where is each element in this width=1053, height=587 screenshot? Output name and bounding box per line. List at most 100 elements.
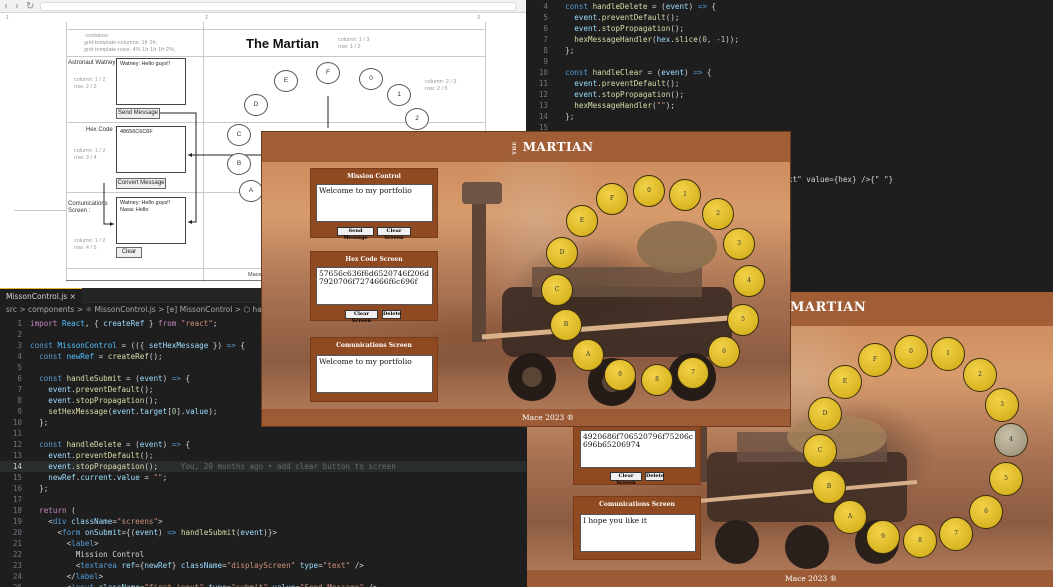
- code-line[interactable]: 24 </label>: [0, 571, 526, 582]
- wheel-circle: 2: [405, 108, 429, 130]
- code-line[interactable]: 13 event.preventDefault();: [0, 450, 526, 461]
- app-logo: MARTIAN: [790, 300, 867, 315]
- communications-panel: Comunications Screen Welcome to my portf…: [310, 337, 438, 402]
- code-line[interactable]: 23 <textarea ref={newRef} className="dis…: [0, 560, 526, 571]
- hex-disc-c[interactable]: C: [541, 274, 573, 306]
- hex-disc-4[interactable]: 4: [994, 423, 1028, 457]
- hex-disc-4[interactable]: 4: [733, 265, 765, 297]
- close-icon[interactable]: ×: [70, 292, 76, 301]
- clear-screen-button[interactable]: Clear Screen: [377, 227, 411, 241]
- code-line[interactable]: 20 <form onSubmit={(event) => handleSubm…: [0, 527, 526, 538]
- hex-disc-f[interactable]: F: [858, 343, 892, 377]
- code-line[interactable]: 4 const handleDelete = (event) => {: [526, 1, 1053, 12]
- line-number: 12: [538, 90, 548, 99]
- code-line[interactable]: 16 };: [0, 483, 526, 494]
- line-number: 17: [12, 495, 22, 504]
- wireframe-footer: Mace: [248, 272, 262, 278]
- code-line[interactable]: 5 event.preventDefault();: [526, 12, 1053, 23]
- code-line[interactable]: 13 hexMessageHandler("");: [526, 100, 1053, 111]
- line-number: 5: [543, 13, 548, 22]
- hex-code-screen[interactable]: 4920686f706520796f75206c696b65206974: [580, 430, 696, 468]
- wheel-circle: 1: [387, 84, 411, 106]
- hex-disc-1[interactable]: 1: [931, 337, 965, 371]
- code-line[interactable]: 17: [0, 494, 526, 505]
- hex-disc-e[interactable]: E: [828, 365, 862, 399]
- hex-disc-2[interactable]: 2: [702, 198, 734, 230]
- hex-disc-5[interactable]: 5: [989, 462, 1023, 496]
- line-number: 7: [17, 385, 22, 394]
- hex-disc-6[interactable]: 6: [708, 336, 740, 368]
- communications-title: Comunications Screen: [336, 342, 412, 349]
- line-number: 3: [17, 341, 22, 350]
- code-line[interactable]: 7 hexMessageHandler(hex.slice(0, -1));: [526, 34, 1053, 45]
- line-number: 22: [12, 550, 22, 559]
- wheel-circle: 0: [359, 68, 383, 90]
- code-line[interactable]: 19 <div className="screens">: [0, 516, 526, 527]
- hex-disc-b[interactable]: B: [812, 470, 846, 504]
- hex-disc-1[interactable]: 1: [669, 179, 701, 211]
- wheel-circle: D: [244, 94, 268, 116]
- clear-screen-button[interactable]: Clear Screen: [345, 310, 378, 324]
- hex-disc-f[interactable]: F: [596, 183, 628, 215]
- wheel-circle: B: [227, 153, 251, 175]
- code-line[interactable]: 8 };: [526, 45, 1053, 56]
- communications-screen[interactable]: Welcome to my portfolio: [316, 355, 433, 393]
- code-line[interactable]: 14 event.stopPropagation(); You, 20 mont…: [0, 461, 526, 472]
- hex-disc-8[interactable]: 8: [641, 364, 673, 396]
- line-number: 6: [17, 374, 22, 383]
- communications-panel: Comunications Screen I hope you like it: [573, 496, 701, 560]
- line-number: 8: [543, 46, 548, 55]
- code-line[interactable]: 22 Mission Control: [0, 549, 526, 560]
- hex-disc-0[interactable]: 0: [894, 335, 928, 369]
- delete-button[interactable]: Delete: [382, 310, 401, 319]
- code-line[interactable]: 9: [526, 56, 1053, 67]
- app-footer: Mace 2023 ®: [785, 574, 838, 583]
- hex-code-panel: Hex Code Screen 57656c636f6d6520746f206d…: [310, 251, 438, 324]
- hex-disc-b[interactable]: B: [550, 309, 582, 341]
- hex-disc-6[interactable]: 6: [969, 495, 1003, 529]
- communications-title: Comunications Screen: [599, 501, 675, 508]
- wheel-circle: A: [239, 180, 263, 202]
- hex-disc-9[interactable]: 9: [866, 520, 900, 554]
- code-line[interactable]: 12 const handleDelete = (event) => {: [0, 439, 526, 450]
- code-line[interactable]: 18 return (: [0, 505, 526, 516]
- mission-control-screen[interactable]: Welcome to my portfolio: [316, 184, 433, 222]
- hex-disc-0[interactable]: 0: [633, 175, 665, 207]
- hex-disc-d[interactable]: D: [808, 397, 842, 431]
- hex-disc-7[interactable]: 7: [677, 357, 709, 389]
- hex-disc-3[interactable]: 3: [985, 388, 1019, 422]
- line-number: 23: [12, 561, 22, 570]
- hex-disc-5[interactable]: 5: [727, 304, 759, 336]
- delete-button[interactable]: Delete: [645, 472, 664, 481]
- hex-disc-d[interactable]: D: [546, 237, 578, 269]
- hex-code-panel: 4920686f706520796f75206c696b65206974 Cle…: [573, 424, 701, 486]
- code-line[interactable]: 15 newRef.current.value = "";: [0, 472, 526, 483]
- hex-disc-9[interactable]: 9: [604, 359, 636, 391]
- hex-disc-c[interactable]: C: [803, 434, 837, 468]
- hex-disc-a[interactable]: A: [833, 500, 867, 534]
- code-line[interactable]: 25 <input className="first_input" type="…: [0, 582, 526, 587]
- hex-disc-8[interactable]: 8: [903, 524, 937, 558]
- line-number: 19: [12, 517, 22, 526]
- code-line[interactable]: 21 <label>: [0, 538, 526, 549]
- line-number: 12: [12, 440, 22, 449]
- tab-misson-control[interactable]: MissonControl.js ×: [0, 288, 82, 303]
- send-message-button[interactable]: Send Message: [337, 227, 374, 241]
- code-line[interactable]: 10 const handleClear = (event) => {: [526, 67, 1053, 78]
- hex-disc-3[interactable]: 3: [723, 228, 755, 260]
- code-line[interactable]: 6 event.stopPropagation();: [526, 23, 1053, 34]
- code-line[interactable]: 14 };: [526, 111, 1053, 122]
- hex-disc-7[interactable]: 7: [939, 517, 973, 551]
- code-line[interactable]: 11: [0, 428, 526, 439]
- hex-disc-2[interactable]: 2: [963, 358, 997, 392]
- line-number: 15: [12, 473, 22, 482]
- hex-disc-a[interactable]: A: [572, 339, 604, 371]
- hex-disc-e[interactable]: E: [566, 205, 598, 237]
- code-line[interactable]: 12 event.stopPropagation();: [526, 89, 1053, 100]
- clear-screen-button[interactable]: Clear Screen: [610, 472, 642, 486]
- communications-screen[interactable]: I hope you like it: [580, 514, 696, 552]
- line-number: 6: [543, 24, 548, 33]
- hex-code-screen[interactable]: 57656c636f6d6520746f206d7920706f7274666f…: [316, 267, 433, 305]
- app-logo: THE MARTIAN: [511, 140, 594, 155]
- code-line[interactable]: 11 event.preventDefault();: [526, 78, 1053, 89]
